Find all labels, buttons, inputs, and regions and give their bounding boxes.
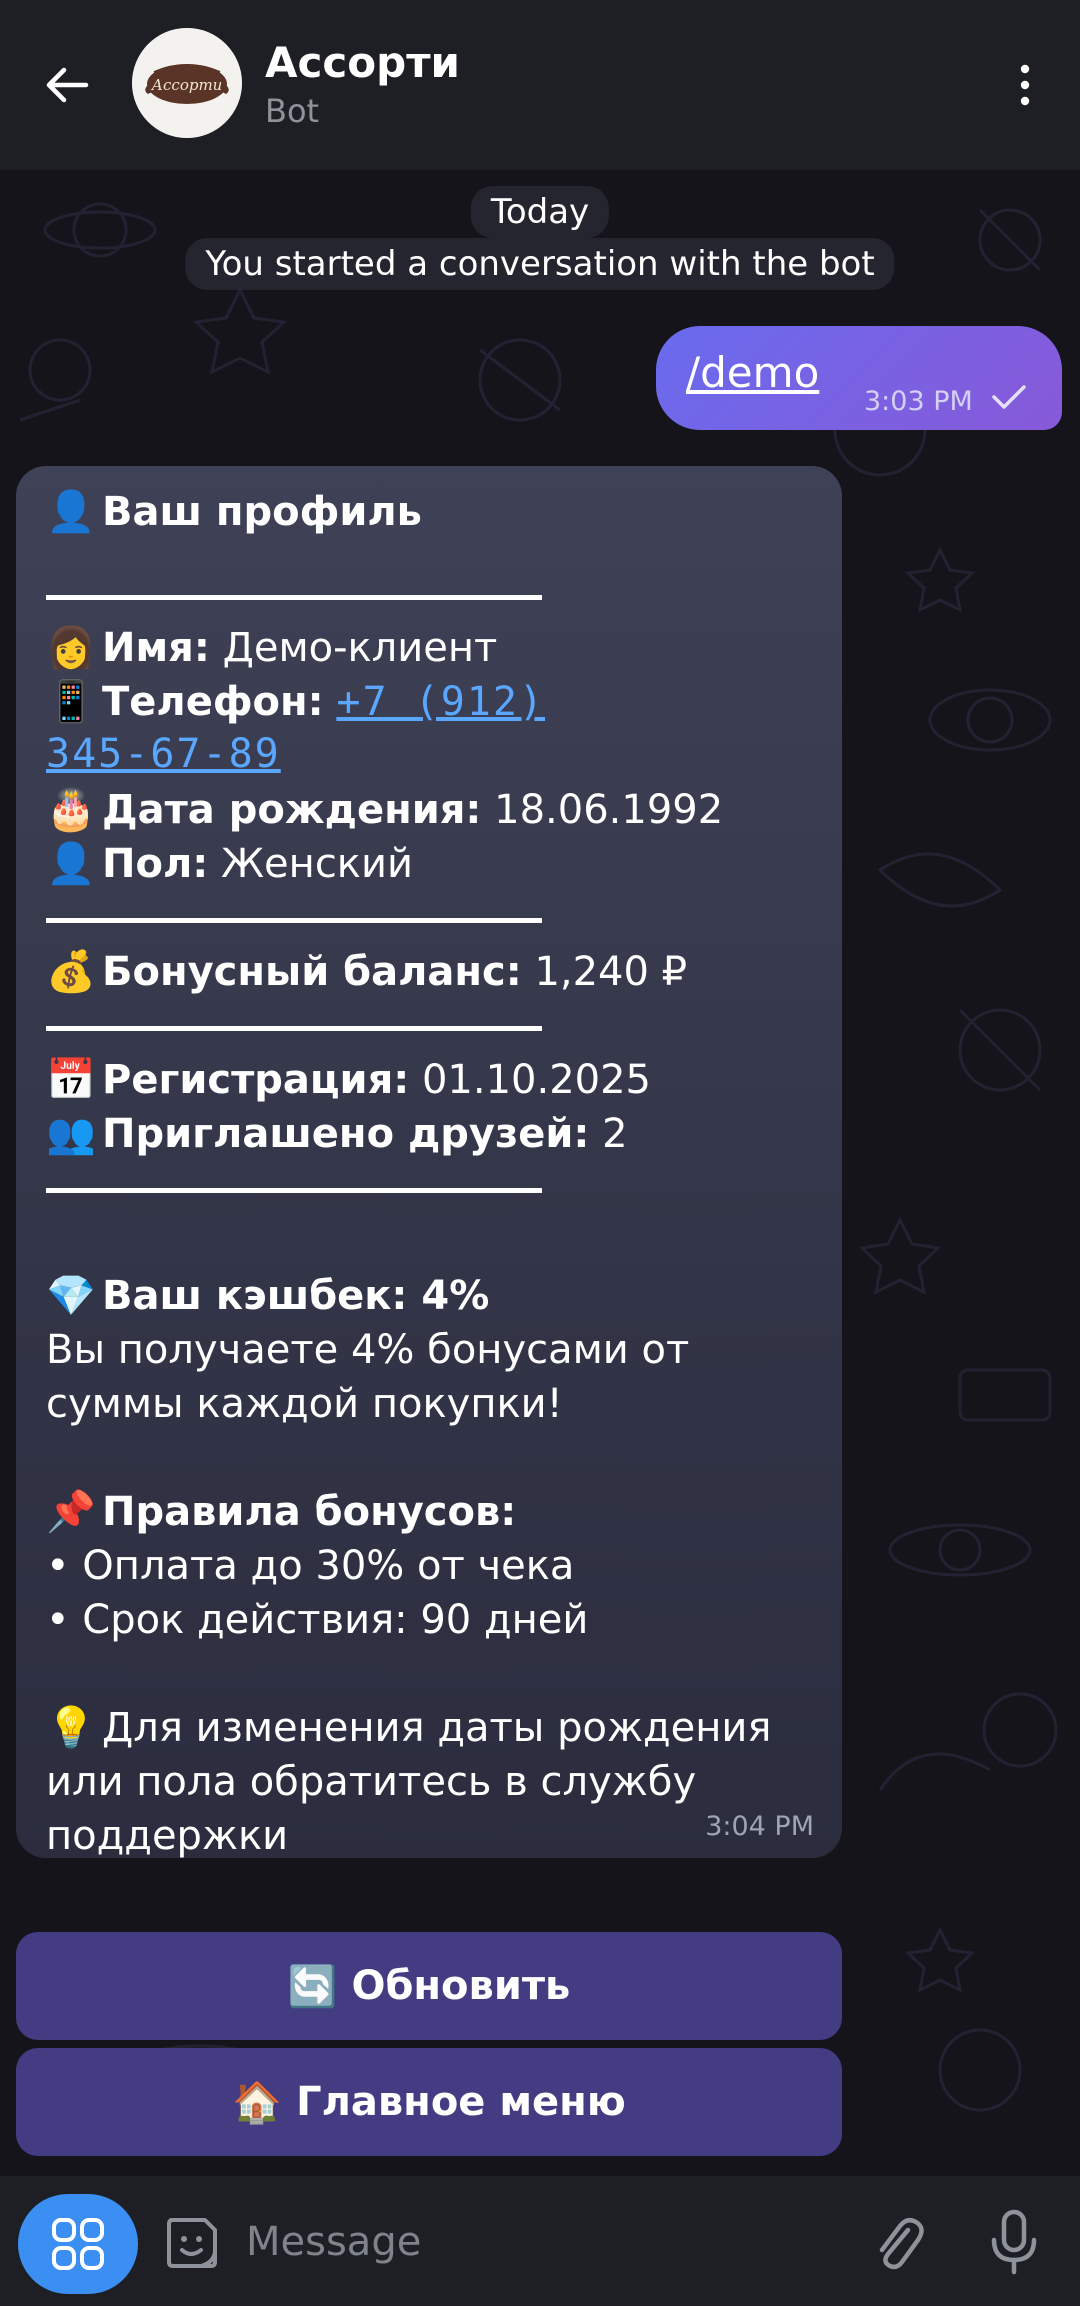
phone-link[interactable]: +7 (912) — [336, 679, 545, 725]
chat-header: Ассорти Ассорти Bot — [0, 0, 1080, 170]
divider-3 — [46, 1026, 542, 1031]
note-text-1: Для изменения даты рождения — [102, 1705, 772, 1751]
cake-emoji: 🎂 — [46, 787, 96, 833]
incoming-message[interactable]: 👤 Ваш профиль 👩 Имя: Демо-клиент 📱 Телефон:… — [16, 466, 842, 1859]
birthday-value: 18.06.1992 — [494, 787, 724, 833]
back-button[interactable] — [22, 40, 112, 130]
note-text-2: или пола обратитесь в службу — [46, 1759, 697, 1805]
gender-row: 👤 Пол: Женский — [46, 838, 413, 890]
registration-label: Регистрация: — [102, 1057, 410, 1103]
name-label: Имя: — [102, 625, 210, 671]
bot-avatar[interactable]: Ассорти — [132, 28, 242, 138]
invited-row: 👥 Приглашено друзей: 2 — [46, 1108, 628, 1160]
phone-link-cont[interactable]: 345-67-89 — [46, 731, 281, 777]
name-row: 👩 Имя: Демо-клиент — [46, 622, 497, 674]
birthday-row: 🎂 Дата рождения: 18.06.1992 — [46, 784, 723, 836]
main-menu-label: Главное меню — [296, 2079, 626, 2125]
cashback-text-2: суммы каждой покупки! — [46, 1381, 563, 1427]
pushpin-emoji: 📌 — [46, 1489, 96, 1535]
registration-value: 01.10.2025 — [421, 1057, 651, 1103]
message-time: 3:03 PM — [864, 386, 973, 417]
svg-text:Ассорти: Ассорти — [151, 76, 223, 94]
cashback-row: 💎 Ваш кэшбек: 4% — [46, 1270, 489, 1322]
rule-item-2: • Срок действия: 90 дней — [46, 1597, 589, 1643]
invited-value: 2 — [602, 1111, 628, 1157]
cashback-title: Ваш кэшбек: 4% — [102, 1273, 490, 1319]
people-emoji: 👥 — [46, 1111, 96, 1157]
sticker-button[interactable] — [152, 2200, 232, 2286]
service-message: You started a conversation with the bot — [185, 238, 895, 290]
chat-title[interactable]: Ассорти — [265, 38, 460, 87]
arrow-left-icon — [46, 67, 89, 103]
more-menu-button[interactable] — [990, 40, 1060, 130]
date-separator: Today — [470, 186, 610, 238]
rules-title: Правила бонусов: — [102, 1489, 517, 1535]
divider-4 — [46, 1188, 542, 1193]
phone-row: 📱 Телефон: +7 (912) — [46, 676, 545, 728]
paperclip-icon — [879, 2217, 924, 2270]
balance-row: 💰 Бонусный баланс: 1,240 ₽ — [46, 946, 687, 998]
refresh-label: Обновить — [351, 1963, 571, 2009]
profile-heading: 👤 Ваш профиль — [46, 486, 422, 538]
gender-label: Пол: — [102, 841, 209, 887]
cashback-text-1: Вы получаете 4% бонусами от — [46, 1327, 690, 1373]
phone-row-cont: 345-67-89 — [46, 728, 281, 780]
divider-1 — [46, 595, 542, 600]
calendar-emoji: 📅 — [46, 1057, 96, 1103]
chat-subtitle: Bot — [265, 92, 320, 130]
command-link[interactable]: /demo — [686, 348, 819, 397]
brand-logo: Ассорти — [132, 28, 242, 138]
refresh-button[interactable]: 🔄 Обновить — [16, 1932, 842, 2040]
registration-row: 📅 Регистрация: 01.10.2025 — [46, 1054, 651, 1106]
profile-title: Ваш профиль — [102, 489, 422, 535]
telegram-chat-screen: Ассорти Ассорти Bot Today You started a … — [0, 0, 1080, 2306]
name-value: Демо-клиент — [222, 625, 498, 671]
note-text-3: поддержки — [46, 1813, 289, 1859]
message-composer — [0, 2176, 1080, 2306]
home-icon: 🏠 — [232, 2079, 283, 2126]
phone-label: Телефон: — [102, 679, 324, 725]
money-bag-emoji: 💰 — [46, 949, 96, 995]
invited-label: Приглашено друзей: — [102, 1111, 590, 1157]
rule-item-1: • Оплата до 30% от чека — [46, 1543, 575, 1589]
bust-emoji: 👤 — [46, 841, 96, 887]
divider-2 — [46, 918, 542, 923]
person-emoji: 👩 — [46, 625, 96, 671]
main-menu-button[interactable]: 🏠 Главное меню — [16, 2048, 842, 2156]
more-vertical-icon — [1020, 64, 1030, 106]
birthday-label: Дата рождения: — [102, 787, 482, 833]
rules-row: 📌 Правила бонусов: — [46, 1486, 516, 1538]
voice-button[interactable] — [974, 2200, 1054, 2286]
outgoing-message[interactable]: /demo 3:03 PM — [656, 326, 1062, 430]
phone-emoji: 📱 — [46, 679, 96, 725]
balance-value: 1,240 ₽ — [534, 949, 688, 995]
message-input[interactable] — [244, 2206, 808, 2278]
refresh-icon: 🔄 — [287, 1963, 338, 2010]
message-list[interactable]: Today You started a conversation with th… — [0, 170, 1080, 2176]
gender-value: Женский — [220, 841, 413, 887]
balance-label: Бонусный баланс: — [102, 949, 522, 995]
sent-check-icon — [992, 385, 1026, 409]
gem-emoji: 💎 — [46, 1273, 96, 1319]
message-time: 3:04 PM — [705, 1811, 814, 1842]
bot-menu-button[interactable] — [18, 2194, 138, 2294]
grid-icon — [52, 2218, 104, 2270]
note-row: 💡 Для изменения даты рождения — [46, 1702, 771, 1754]
attach-button[interactable] — [858, 2200, 938, 2286]
microphone-icon — [991, 2209, 1037, 2275]
bust-emoji: 👤 — [46, 489, 96, 535]
lightbulb-emoji: 💡 — [46, 1705, 96, 1751]
sticker-icon — [167, 2218, 217, 2268]
